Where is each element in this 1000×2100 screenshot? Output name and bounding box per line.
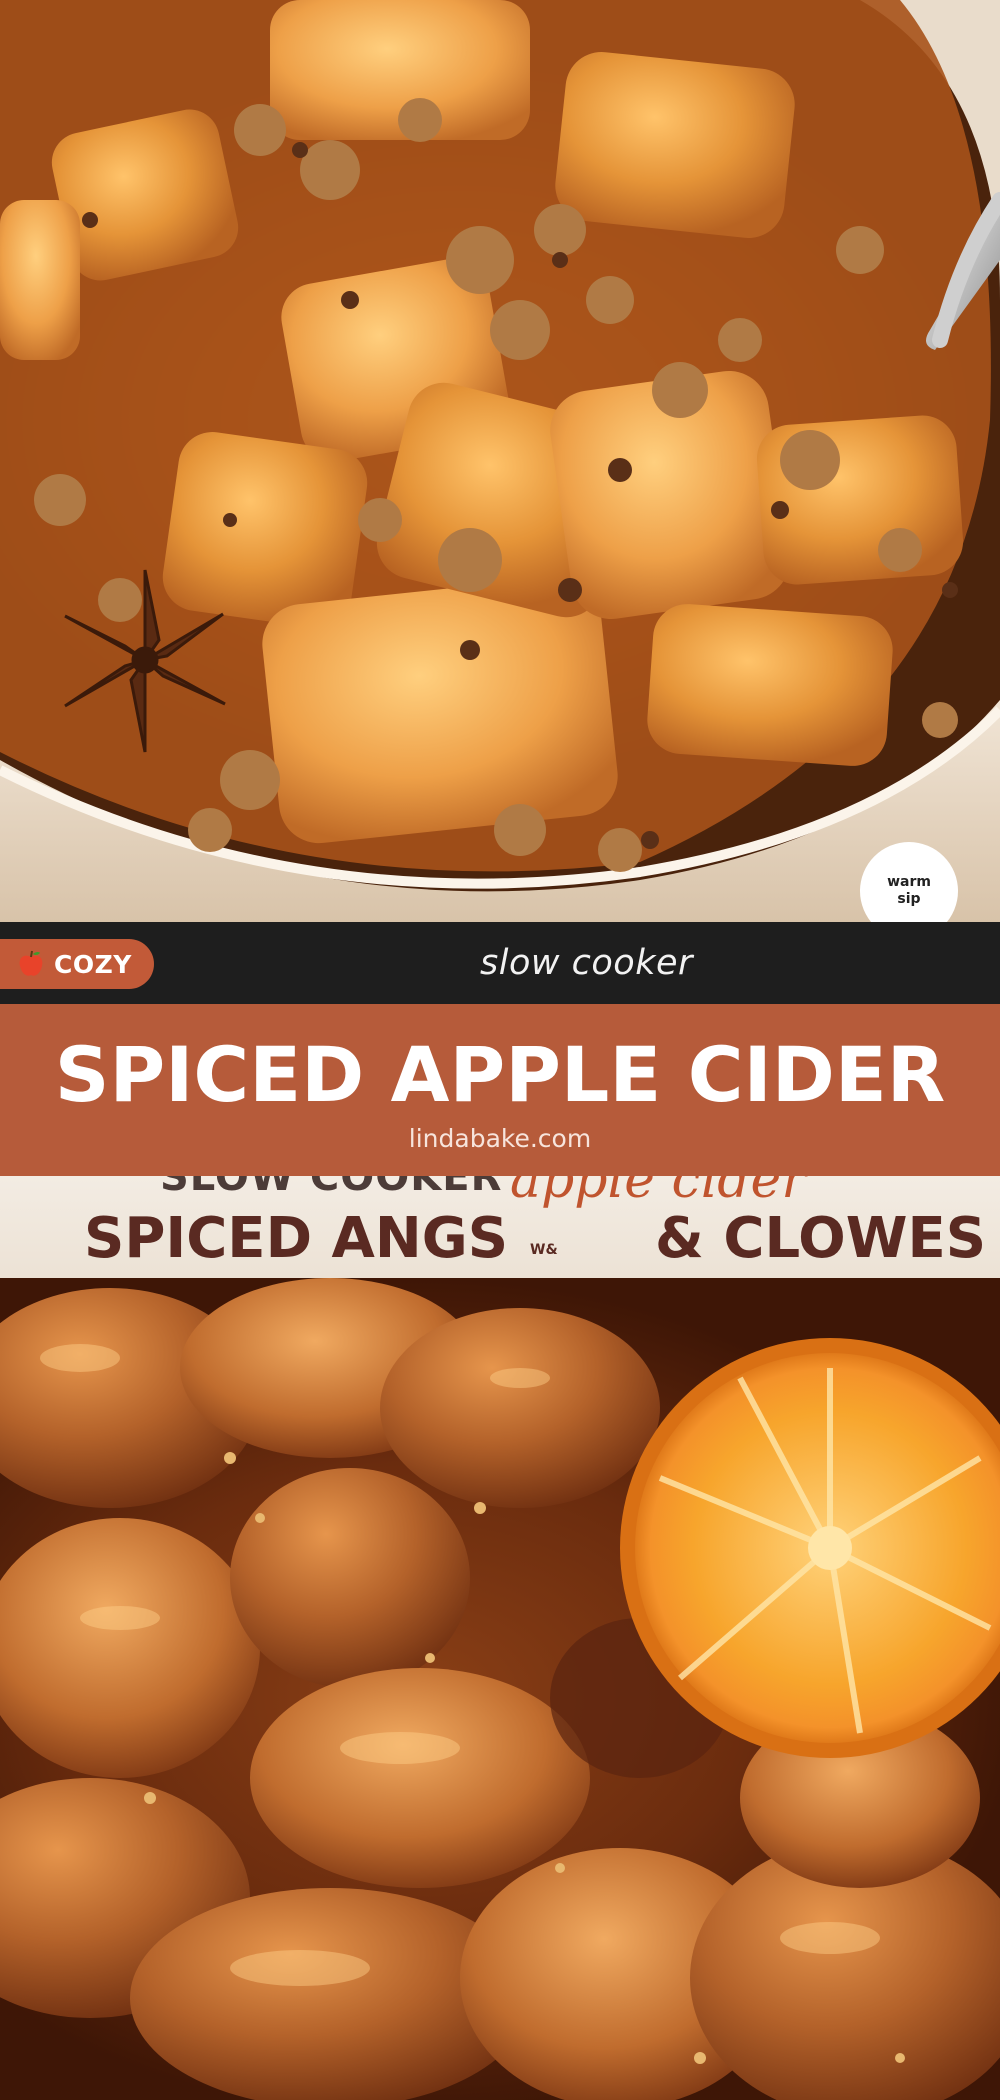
subtitle: slow cooker: [480, 943, 693, 983]
hero-photo-bottom-art: [0, 1278, 1000, 2100]
strip-script-text: apple cider: [510, 1176, 807, 1210]
apple-icon: [19, 950, 43, 976]
secondary-title-strip: SLOW COOKER apple cider SPICED ANGS & CL…: [0, 1176, 1000, 1278]
title-banner: SPICED APPLE CIDER lindabake.com: [0, 1004, 1000, 1176]
site-url[interactable]: lindabake.com: [0, 1124, 1000, 1153]
strip-title: SPICED ANGS & CLOWES: [84, 1206, 986, 1271]
page-title: SPICED APPLE CIDER: [54, 1030, 946, 1119]
strip-tiny-text: W&: [530, 1242, 558, 1258]
badge-line-1: warm: [887, 874, 931, 890]
strip-title-start: SPICED ANGS: [84, 1206, 509, 1271]
hero-photo-bottom: [0, 1278, 1000, 2100]
badge-line-2: sip: [897, 891, 921, 907]
cozy-tag-label: COZY: [54, 949, 132, 979]
category-bar: COZY slow cooker: [0, 922, 1000, 1004]
cozy-tag: COZY: [0, 939, 154, 989]
strip-title-end: & CLOWES: [655, 1206, 987, 1271]
hero-photo-top-art: [0, 0, 1000, 922]
strip-ghost-text: SLOW COOKER: [160, 1176, 503, 1200]
hero-photo-top: [0, 0, 1000, 922]
